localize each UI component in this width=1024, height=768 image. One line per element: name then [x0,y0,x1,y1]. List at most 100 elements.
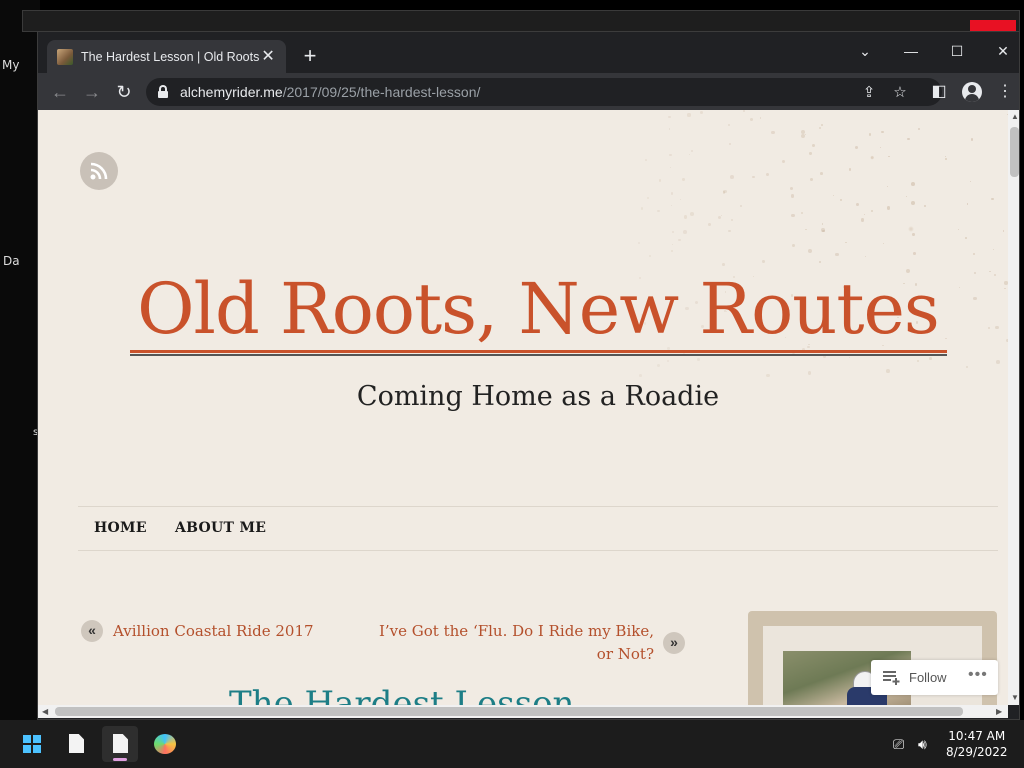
background-speckle [688,154,690,156]
background-speckle [790,186,794,191]
background-speckle [820,172,823,175]
background-speckle [801,134,806,139]
background-speckle [760,117,762,119]
background-speckle [882,242,884,244]
side-panel-icon[interactable]: ◧ [928,81,950,103]
background-speckle [861,218,865,222]
browser-menu-icon[interactable]: ⋮ [994,81,1016,103]
volume-icon[interactable]: 🔊︎ [918,736,927,753]
background-speckle [856,203,860,207]
horizontal-scroll-thumb[interactable] [55,707,963,716]
desktop-icon-label[interactable]: Da [3,254,20,268]
maximize-button[interactable]: ☐ [942,38,972,64]
background-speckle [918,128,921,131]
previous-post-arrow-icon[interactable]: « [81,620,103,642]
tab-active[interactable]: The Hardest Lesson | Old Roots, N ✕ [47,40,286,73]
background-speckle [945,158,948,161]
taskbar-app-paint[interactable] [146,726,182,762]
url-text[interactable]: alchemyrider.me/2017/09/25/the-hardest-l… [180,84,480,100]
scroll-up-icon[interactable]: ▲ [1011,112,1019,121]
previous-post-link[interactable]: Avillion Coastal Ride 2017 [113,620,314,643]
bookmark-star-icon[interactable]: ☆ [891,83,909,101]
site-title-link[interactable]: Old Roots, New Routes [38,268,1008,350]
active-indicator [113,758,127,761]
lock-icon[interactable] [158,85,168,98]
scroll-down-icon[interactable]: ▼ [1011,693,1019,702]
background-speckle [923,204,926,207]
follow-widget[interactable]: Follow ••• [871,660,998,695]
tab-search-button[interactable]: ⌄ [850,38,880,64]
background-speckle [728,142,731,145]
background-speckle [656,363,661,368]
background-speckle [646,197,649,200]
background-speckle [848,356,850,358]
taskbar: ⎚ 🔊︎ 10:47 AM 8/29/2022 [0,720,1024,768]
background-speckle [845,241,847,244]
background-speckle [886,206,890,210]
close-button[interactable]: ✕ [988,38,1018,64]
background-speckle [820,124,823,126]
horizontal-scrollbar[interactable]: ◀ ▶ [38,705,1008,718]
minimize-button[interactable]: — [896,38,926,64]
scroll-left-icon[interactable]: ◀ [42,707,48,716]
vertical-scroll-thumb[interactable] [1010,127,1019,177]
background-speckle [672,243,674,245]
background-speckle [911,201,916,205]
background-speckle [670,192,673,195]
rss-feed-icon[interactable] [80,152,118,190]
background-speckle [770,130,775,135]
address-bar[interactable]: alchemyrider.me/2017/09/25/the-hardest-l… [146,78,942,106]
page-viewport: Old Roots, New Routes Coming Home as a R… [38,110,1008,705]
background-speckle [671,205,673,207]
desktop-icon-label[interactable]: My [2,58,19,72]
taskbar-clock[interactable]: 10:47 AM 8/29/2022 [946,728,1008,760]
next-post-arrow-icon[interactable]: » [663,632,685,654]
browser-toolbar: ← → ↻ alchemyrider.me/2017/09/25/the-har… [38,73,1019,110]
scroll-right-icon[interactable]: ▶ [996,707,1002,716]
background-speckle [916,359,920,362]
background-speckle [865,255,867,258]
new-tab-button[interactable]: + [298,44,322,68]
nav-about-link[interactable]: ABOUT ME [175,520,266,536]
background-speckle [910,182,915,186]
background-speckle [993,248,995,250]
share-icon[interactable]: ⇪ [860,83,878,101]
next-post-link[interactable]: I’ve Got the ‘Flu. Do I Ride my Bike, or… [338,620,654,666]
paint-palette-icon [154,734,176,754]
background-speckle [638,241,641,244]
tab-close-icon[interactable]: ✕ [260,48,276,65]
back-button[interactable]: ← [49,81,71,103]
background-speckle [807,371,812,375]
nav-home-link[interactable]: HOME [94,520,147,536]
background-window[interactable] [22,10,1020,32]
title-underline [130,350,947,353]
reload-button[interactable]: ↻ [113,81,135,103]
forward-button[interactable]: → [81,81,103,103]
taskbar-app-file[interactable] [58,726,94,762]
background-speckle [965,237,967,239]
background-speckle [991,197,994,201]
taskbar-app-file-active[interactable] [102,726,138,762]
background-speckle [721,262,725,266]
background-speckle [996,360,1000,364]
follow-button[interactable]: Follow [909,670,947,685]
profile-avatar-icon[interactable] [962,82,982,102]
more-options-icon[interactable]: ••• [968,666,988,684]
background-speckle [912,233,916,236]
background-speckle [743,110,746,113]
background-speckle [848,168,852,171]
background-speckle [765,172,769,176]
background-speckle [840,199,842,201]
network-icon[interactable]: ⎚ [893,736,904,753]
tab-title: The Hardest Lesson | Old Roots, N [81,49,261,64]
background-speckle [800,211,804,215]
start-button[interactable] [14,726,50,762]
background-speckle [808,249,812,254]
windows-logo-icon [23,735,41,753]
vertical-scrollbar[interactable]: ▲ ▼ [1008,110,1019,705]
background-speckle [687,113,691,117]
next-post-line: I’ve Got the ‘Flu. Do I Ride my Bike, [378,622,654,640]
background-speckle [833,195,835,197]
background-speckle [707,223,711,226]
background-speckle [668,128,671,130]
